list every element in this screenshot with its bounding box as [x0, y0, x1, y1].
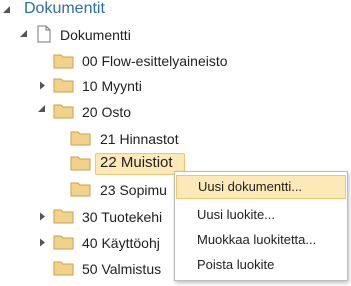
tree-root-label[interactable]: Dokumentit [24, 0, 105, 19]
folder-icon [53, 233, 75, 251]
menu-item-new-category[interactable]: Uusi luokite... [176, 203, 346, 227]
folder-icon [53, 76, 75, 94]
tree-node-21[interactable]: 21 Hinnastot [100, 130, 179, 148]
menu-item-edit-category[interactable]: Muokkaa luokitetta... [176, 228, 346, 252]
expand-arrow-40[interactable] [37, 237, 47, 247]
folder-icon [53, 207, 75, 225]
folder-icon [53, 102, 75, 120]
folder-icon [53, 259, 75, 277]
folder-icon [70, 129, 92, 147]
tree-node-20[interactable]: 20 Osto [82, 103, 131, 121]
menu-item-delete-category[interactable]: Poista luokite [176, 253, 346, 277]
folder-icon [70, 180, 92, 198]
root-collapse-arrow[interactable] [1, 4, 11, 14]
folder-icon [70, 154, 92, 172]
tree-node-50[interactable]: 50 Valmistus [82, 260, 161, 278]
context-menu: Uusi dokumentti... Uusi luokite... Muokk… [174, 171, 348, 281]
tree-node-22[interactable]: 22 Muistiot [100, 154, 173, 172]
tree-node-30[interactable]: 30 Tuotekehi [82, 208, 162, 226]
tree-node-10[interactable]: 10 Myynti [82, 77, 142, 95]
dokumentti-collapse-arrow[interactable] [18, 28, 28, 38]
tree-node-23[interactable]: 23 Sopimu [100, 181, 167, 199]
expand-arrow-30[interactable] [37, 211, 47, 221]
collapse-arrow-20[interactable] [36, 103, 46, 113]
expand-arrow-10[interactable] [37, 80, 47, 90]
menu-item-new-document[interactable]: Uusi dokumentti... [176, 175, 346, 199]
tree-node-dokumentti[interactable]: Dokumentti [60, 26, 131, 44]
tree-node-40[interactable]: 40 Käyttöohj [82, 234, 160, 252]
tree-node-00[interactable]: 00 Flow-esittelyaineisto [82, 52, 228, 70]
document-icon [37, 25, 53, 45]
folder-icon [53, 52, 75, 70]
